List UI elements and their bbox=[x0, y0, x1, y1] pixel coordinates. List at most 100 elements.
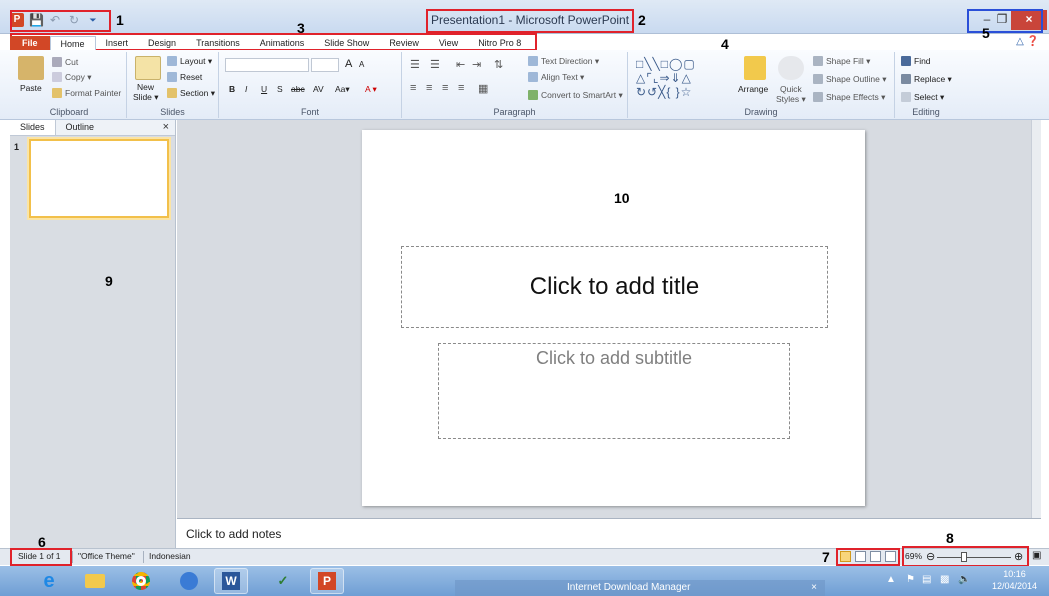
align-right-button[interactable]: ≡ bbox=[442, 82, 448, 94]
annotation-number-9: 9 bbox=[105, 273, 113, 289]
annotation-number-10: 10 bbox=[614, 190, 630, 206]
notes-pane[interactable]: Click to add notes bbox=[177, 518, 1041, 548]
thunderbird-logo-icon bbox=[180, 572, 198, 590]
quick-styles-icon[interactable] bbox=[778, 56, 804, 80]
paste-button[interactable]: Paste bbox=[20, 83, 42, 93]
flag-icon[interactable]: ⚑ bbox=[906, 574, 915, 585]
cut-button[interactable]: Cut bbox=[52, 57, 78, 67]
tab-outline[interactable]: Outline bbox=[56, 120, 105, 135]
new-slide-icon[interactable] bbox=[135, 56, 161, 80]
format-painter-button[interactable]: Format Painter bbox=[52, 88, 121, 98]
tab-review[interactable]: Review bbox=[379, 36, 429, 50]
tab-design[interactable]: Design bbox=[138, 36, 186, 50]
align-center-button[interactable]: ≡ bbox=[426, 82, 432, 94]
tab-insert[interactable]: Insert bbox=[96, 36, 139, 50]
arrange-icon[interactable] bbox=[744, 56, 766, 80]
font-color-button[interactable]: A ▾ bbox=[365, 84, 377, 95]
select-button[interactable]: Select ▾ bbox=[901, 92, 944, 103]
strikethrough-button[interactable]: abc bbox=[291, 84, 305, 94]
powerpoint-taskbar-icon[interactable]: P bbox=[310, 568, 344, 594]
idm-close-icon[interactable]: × bbox=[811, 580, 817, 596]
word-icon[interactable]: W bbox=[214, 568, 248, 594]
paste-icon[interactable] bbox=[18, 56, 44, 80]
quick-styles-dropdown[interactable]: Styles ▾ bbox=[776, 94, 806, 105]
idm-notification[interactable]: Internet Download Manager × bbox=[455, 580, 825, 596]
tab-file[interactable]: File bbox=[10, 36, 50, 50]
find-button[interactable]: Find bbox=[901, 56, 931, 66]
section-button[interactable]: Section ▾ bbox=[167, 88, 215, 99]
tab-slides[interactable]: Slides bbox=[10, 120, 56, 135]
theme-name[interactable]: "Office Theme" bbox=[78, 551, 135, 561]
vertical-scrollbar[interactable] bbox=[1031, 120, 1041, 518]
slide-editing-area: 10 Click to add title Click to add subti… bbox=[177, 120, 1041, 518]
shadow-button[interactable]: S bbox=[277, 84, 283, 94]
italic-button[interactable]: I bbox=[245, 84, 247, 94]
language-indicator[interactable]: Indonesian bbox=[149, 551, 191, 561]
signal-icon[interactable]: ▩ bbox=[940, 574, 949, 585]
slide-thumbnail[interactable] bbox=[29, 139, 169, 218]
slide-thumbnail-number: 1 bbox=[14, 142, 20, 152]
new-slide-dropdown[interactable]: Slide ▾ bbox=[133, 92, 159, 103]
bold-button[interactable]: B bbox=[229, 84, 235, 94]
title-placeholder[interactable]: Click to add title bbox=[401, 246, 828, 328]
ribbon-tabs: File Home Insert Design Transitions Anim… bbox=[10, 35, 531, 51]
shape-fill-button[interactable]: Shape Fill ▾ bbox=[813, 56, 870, 67]
group-label-drawing: Drawing bbox=[744, 107, 778, 117]
thunderbird-icon[interactable] bbox=[172, 568, 206, 594]
shapes-gallery[interactable]: □╲╲□◯▢ △⌜⌞⇒⇓△ ↻↺╳{ }☆ bbox=[636, 57, 736, 101]
shape-outline-button[interactable]: Shape Outline ▾ bbox=[813, 74, 887, 85]
align-text-label: Align Text ▾ bbox=[541, 72, 585, 82]
reset-button[interactable]: Reset bbox=[167, 72, 202, 82]
show-hidden-icons[interactable]: ▲ bbox=[886, 574, 896, 585]
slide-canvas[interactable]: 10 Click to add title Click to add subti… bbox=[362, 130, 865, 506]
volume-icon[interactable]: 🔈 bbox=[958, 574, 970, 585]
font-name-box[interactable] bbox=[225, 58, 309, 72]
tab-animations[interactable]: Animations bbox=[250, 36, 315, 50]
powerpoint-logo-icon: P bbox=[318, 572, 336, 590]
text-direction-button[interactable]: Text Direction ▾ bbox=[528, 56, 599, 67]
layout-button[interactable]: Layout ▾ bbox=[167, 56, 212, 67]
annotation-number-1: 1 bbox=[116, 12, 124, 28]
pane-close-icon[interactable]: × bbox=[163, 121, 169, 133]
shrink-font-button[interactable]: A bbox=[359, 60, 364, 69]
arrange-button[interactable]: Arrange bbox=[738, 84, 768, 94]
change-case-button[interactable]: Aa▾ bbox=[335, 84, 350, 95]
system-clock[interactable]: 10:16 12/04/2014 bbox=[992, 568, 1037, 592]
columns-button[interactable]: ▦ bbox=[478, 82, 488, 95]
tab-slide-show[interactable]: Slide Show bbox=[314, 36, 379, 50]
decrease-indent-button[interactable]: ⇤ bbox=[456, 58, 465, 71]
quick-styles-button[interactable]: Quick bbox=[780, 84, 802, 94]
help-icon[interactable]: △ ❓ bbox=[1016, 36, 1039, 47]
paint-tool-icon[interactable]: ✓ bbox=[266, 568, 300, 594]
underline-button[interactable]: U bbox=[261, 84, 267, 94]
group-editing: Find Replace ▾ Select ▾ Editing bbox=[895, 52, 957, 118]
slides-pane: Slides Outline × 1 bbox=[10, 120, 176, 548]
tab-home[interactable]: Home bbox=[49, 35, 96, 51]
font-size-box[interactable] bbox=[311, 58, 339, 72]
align-left-button[interactable]: ≡ bbox=[410, 82, 416, 94]
char-spacing-button[interactable]: AV bbox=[313, 84, 324, 94]
new-slide-button[interactable]: New bbox=[137, 82, 154, 92]
align-text-button[interactable]: Align Text ▾ bbox=[528, 72, 584, 83]
bullets-button[interactable]: ☰ bbox=[410, 58, 420, 71]
file-explorer-icon[interactable] bbox=[78, 568, 112, 594]
replace-button[interactable]: Replace ▾ bbox=[901, 74, 952, 85]
justify-button[interactable]: ≡ bbox=[458, 82, 464, 94]
tab-transitions[interactable]: Transitions bbox=[186, 36, 250, 50]
copy-button[interactable]: Copy ▾ bbox=[52, 72, 91, 83]
shape-fill-label: Shape Fill ▾ bbox=[826, 56, 871, 66]
internet-explorer-icon[interactable]: e bbox=[32, 568, 66, 594]
tab-view[interactable]: View bbox=[429, 36, 468, 50]
convert-smartart-button[interactable]: Convert to SmartArt ▾ bbox=[528, 90, 623, 101]
line-spacing-button[interactable]: ⇅ bbox=[494, 58, 503, 71]
chrome-icon[interactable] bbox=[124, 568, 158, 594]
grow-font-button[interactable]: A bbox=[345, 58, 352, 70]
shape-effects-button[interactable]: Shape Effects ▾ bbox=[813, 92, 885, 103]
increase-indent-button[interactable]: ⇥ bbox=[472, 58, 481, 71]
network-icon[interactable]: ▤ bbox=[922, 574, 931, 585]
subtitle-placeholder[interactable]: Click to add subtitle bbox=[438, 343, 790, 439]
fit-to-window-icon[interactable]: ▣ bbox=[1032, 550, 1041, 561]
cut-label: Cut bbox=[65, 57, 79, 67]
numbering-button[interactable]: ☰ bbox=[430, 58, 440, 71]
tab-nitro-pro[interactable]: Nitro Pro 8 bbox=[468, 36, 531, 50]
